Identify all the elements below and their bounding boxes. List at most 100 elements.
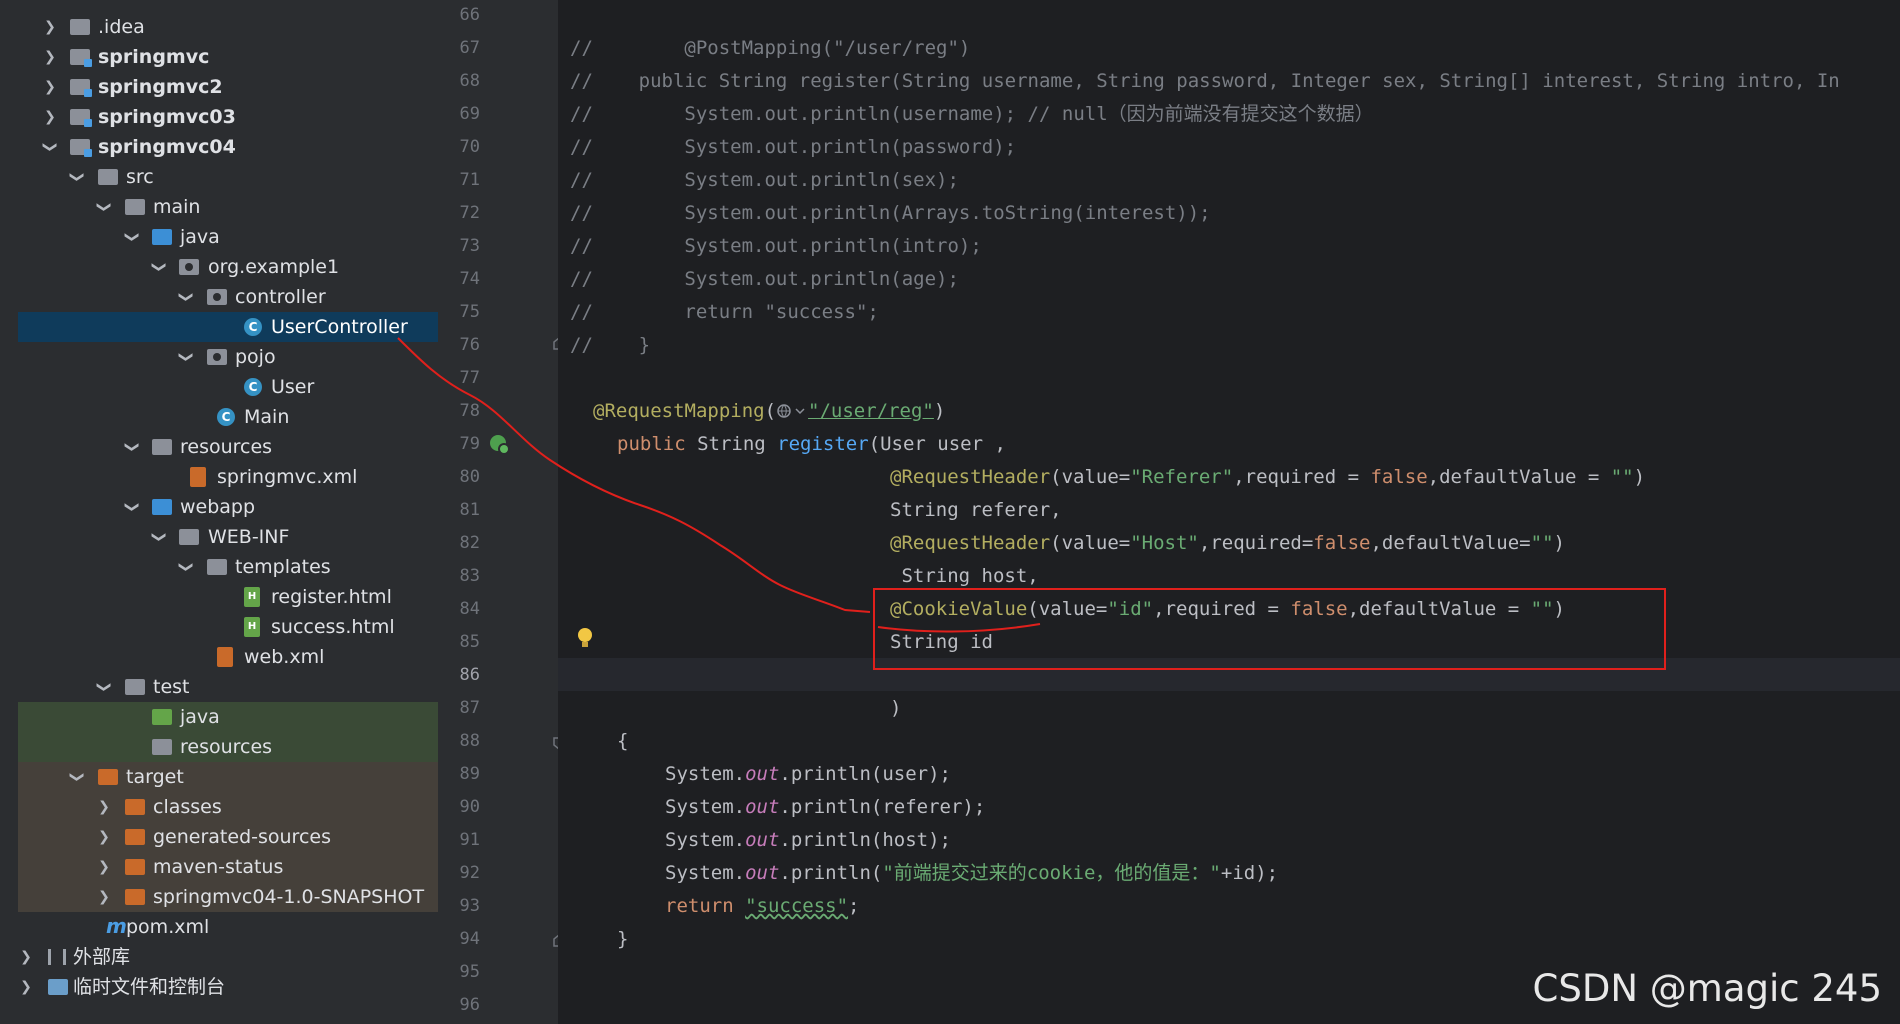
code-token: System. [665, 862, 746, 884]
tree-item-label: springmvc04 [98, 136, 236, 158]
tree-item-label: springmvc.xml [217, 466, 358, 488]
tree-item-classes[interactable]: ❯ classes [18, 792, 438, 822]
tree-item-springmvc-xml[interactable]: springmvc.xml [18, 462, 438, 492]
tree-item-springmvc04[interactable]: ❯ springmvc04 [18, 132, 438, 162]
current-line-number: 86 [459, 665, 480, 685]
tree-item-label: Main [244, 406, 290, 428]
tree-item-label: springmvc2 [98, 76, 223, 98]
code-token: +id); [1220, 862, 1279, 884]
code-line: // System.out.println(password); [570, 136, 1017, 158]
line-number: 81 [459, 500, 480, 520]
string-token: "" [1610, 466, 1634, 488]
tree-item-controller[interactable]: ❯ controller [18, 282, 438, 312]
code-token: System. [665, 829, 746, 851]
url-globe-icon[interactable] [776, 403, 808, 419]
tree-item-main[interactable]: ❯ main [18, 192, 438, 222]
url-link[interactable]: "/user/reg" [808, 400, 934, 422]
annotation-token: @RequestHeader [890, 532, 1051, 554]
tree-item-scratches[interactable]: ❯ 临时文件和控制台 [18, 972, 438, 1002]
chevron-right-icon[interactable]: ❯ [42, 42, 58, 72]
code-line-println-host: System.out.println(host); [665, 824, 951, 857]
chevron-right-icon[interactable]: ❯ [96, 882, 112, 912]
chevron-right-icon[interactable]: ❯ [42, 12, 58, 42]
code-line-request-mapping: @RequestMapping("/user/reg") [593, 395, 945, 428]
tree-item-pojo[interactable]: ❯ pojo [18, 342, 438, 372]
chevron-right-icon[interactable]: ❯ [42, 102, 58, 132]
chevron-down-icon[interactable]: ❯ [89, 199, 119, 215]
chevron-right-icon[interactable]: ❯ [96, 792, 112, 822]
code-token: .println( [779, 862, 883, 884]
tree-item-idea[interactable]: ❯ .idea [18, 12, 438, 42]
folder-icon [125, 199, 145, 215]
xml-file-icon [217, 647, 233, 667]
tree-item-springmvc03[interactable]: ❯ springmvc03 [18, 102, 438, 132]
code-token: .println(referer); [779, 796, 986, 818]
tree-item-label: java [180, 706, 220, 728]
tree-item-label: UserController [271, 316, 408, 338]
code-line: // return "success"; [570, 301, 879, 323]
package-icon [207, 349, 227, 365]
tree-item-resources[interactable]: ❯ resources [18, 432, 438, 462]
chevron-down-icon[interactable]: ❯ [171, 349, 201, 365]
tree-item-label: main [153, 196, 201, 218]
line-number: 72 [459, 203, 480, 223]
chevron-down-icon[interactable]: ❯ [117, 439, 147, 455]
tree-item-test-resources[interactable]: resources [18, 732, 438, 762]
annotation-token: @RequestHeader [890, 466, 1051, 488]
code-token: ,defaultValue = [1427, 466, 1611, 488]
tree-item-springmvc2[interactable]: ❯ springmvc2 [18, 72, 438, 102]
chevron-right-icon[interactable]: ❯ [96, 822, 112, 852]
tree-item-web-inf[interactable]: ❯ WEB-INF [18, 522, 438, 552]
chevron-down-icon[interactable]: ❯ [144, 529, 174, 545]
tree-item-user[interactable]: C User [18, 372, 438, 402]
class-icon: C [244, 378, 262, 396]
tree-item-webapp[interactable]: ❯ webapp [18, 492, 438, 522]
chevron-down-icon[interactable]: ❯ [117, 499, 147, 515]
chevron-down-icon[interactable]: ❯ [62, 769, 92, 785]
tree-item-src[interactable]: ❯ src [18, 162, 438, 192]
line-number: 76 [459, 335, 480, 355]
tree-item-label: .idea [98, 16, 145, 38]
tree-item-external-libraries[interactable]: ❯ 外部库 [18, 942, 438, 972]
tree-item-generated-sources[interactable]: ❯ generated-sources [18, 822, 438, 852]
tree-item-label: classes [153, 796, 222, 818]
tree-item-springmvc[interactable]: ❯ springmvc [18, 42, 438, 72]
line-number: 83 [459, 566, 480, 586]
tree-item-label: webapp [180, 496, 256, 518]
tree-item-register-html[interactable]: H register.html [18, 582, 438, 612]
tree-item-maven-status[interactable]: ❯ maven-status [18, 852, 438, 882]
chevron-down-icon[interactable]: ❯ [35, 139, 65, 155]
maven-icon: m [106, 914, 127, 938]
tree-item-package[interactable]: ❯ org.example1 [18, 252, 438, 282]
chevron-down-icon[interactable]: ❯ [62, 169, 92, 185]
chevron-right-icon[interactable]: ❯ [96, 852, 112, 882]
tree-item-java[interactable]: ❯ java [18, 222, 438, 252]
chevron-right-icon[interactable]: ❯ [18, 972, 34, 1002]
field-token: out [745, 862, 780, 884]
tree-item-web-xml[interactable]: web.xml [18, 642, 438, 672]
chevron-down-icon[interactable]: ❯ [89, 679, 119, 695]
chevron-right-icon[interactable]: ❯ [18, 942, 34, 972]
code-editor[interactable]: // @PostMapping("/user/reg") // public S… [558, 0, 1900, 1024]
package-icon [179, 259, 199, 275]
excluded-folder-icon [98, 769, 118, 785]
lightbulb-icon[interactable] [576, 626, 594, 650]
excluded-folder-icon [125, 829, 145, 845]
run-gutter-icon[interactable] [488, 433, 512, 457]
tree-item-test-java[interactable]: java [18, 702, 438, 732]
tree-item-main-class[interactable]: C Main [18, 402, 438, 432]
tree-item-label: register.html [271, 586, 392, 608]
tree-item-test[interactable]: ❯ test [18, 672, 438, 702]
chevron-down-icon[interactable]: ❯ [171, 559, 201, 575]
tree-item-snapshot[interactable]: ❯ springmvc04-1.0-SNAPSHOT [18, 882, 438, 912]
tree-item-pom-xml[interactable]: m pom.xml [18, 912, 438, 942]
tree-item-target[interactable]: ❯ target [18, 762, 438, 792]
test-resources-folder-icon [152, 739, 172, 755]
chevron-right-icon[interactable]: ❯ [42, 72, 58, 102]
tree-item-usercontroller[interactable]: C UserController [18, 312, 438, 342]
chevron-down-icon[interactable]: ❯ [171, 289, 201, 305]
tree-item-success-html[interactable]: H success.html [18, 612, 438, 642]
tree-item-templates[interactable]: ❯ templates [18, 552, 438, 582]
chevron-down-icon[interactable]: ❯ [117, 229, 147, 245]
chevron-down-icon[interactable]: ❯ [144, 259, 174, 275]
